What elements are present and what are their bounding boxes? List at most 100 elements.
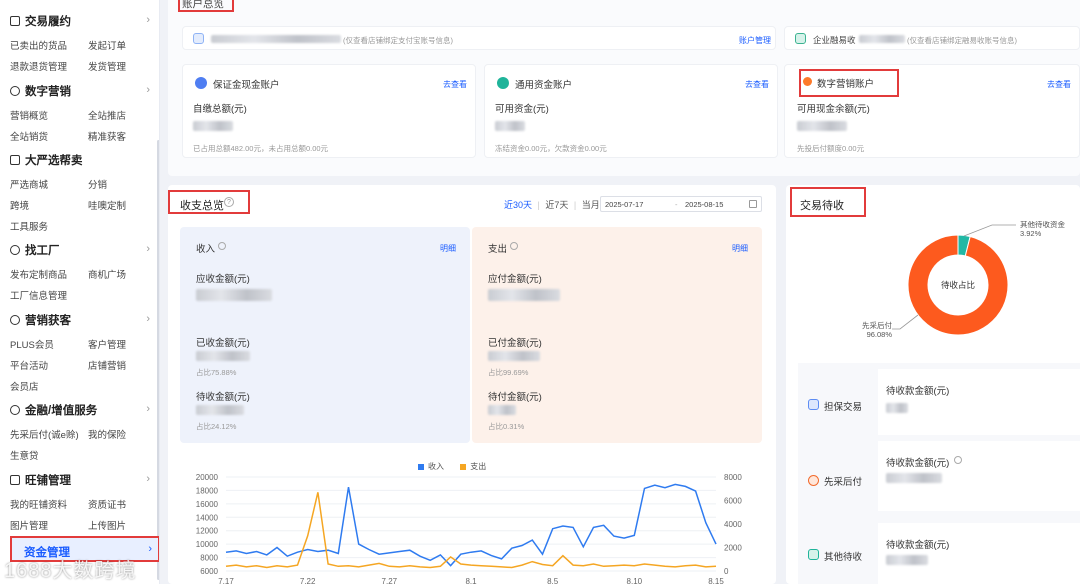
y-left-tick: 18000	[196, 486, 219, 495]
chevron-right-icon[interactable]: ›	[146, 14, 150, 26]
masked-amount	[196, 289, 272, 301]
paid-label: 已付金额(元)	[488, 338, 542, 349]
nav-item[interactable]: 资质证书	[88, 497, 126, 511]
tab-month[interactable]: 当月	[582, 200, 600, 210]
nav-item[interactable]: 营销概览	[10, 108, 48, 122]
income-detail-link[interactable]: 明细	[440, 243, 456, 254]
nav-item[interactable]: 会员店	[10, 379, 39, 393]
y-right-tick: 6000	[724, 497, 742, 506]
x-tick: 8.5	[547, 577, 559, 584]
income-title: 收入	[196, 244, 216, 255]
pending-expense-label: 待付金额(元)	[488, 392, 542, 403]
pending-row[interactable]: 其他待收 待收款金额(元)	[798, 519, 1080, 584]
bnpl-icon	[808, 475, 819, 486]
nav-title-select[interactable]: 大严选帮卖	[10, 151, 83, 169]
date-start: 2025-07-17	[605, 200, 644, 209]
nav-title-finance[interactable]: 金融/增值服务	[10, 401, 97, 419]
nav-item[interactable]: 跨境	[10, 198, 29, 212]
chevron-right-icon: ›	[148, 543, 152, 555]
expense-detail-link[interactable]: 明细	[732, 243, 748, 254]
chevron-right-icon[interactable]: ›	[146, 403, 150, 415]
y-left-tick: 16000	[196, 500, 219, 509]
enterprise-bar: 企业融易收 (仅查看店铺绑定融易收账号信息)	[784, 26, 1080, 50]
piggybank-icon	[497, 77, 509, 89]
general-account-card: 通用资金账户 去查看 可用资金(元) 冻结资金0.00元，欠款资金0.00元	[484, 64, 778, 158]
pending-row[interactable]: 先采后付 待收款金额(元)	[798, 441, 1080, 519]
y-right-tick: 2000	[724, 544, 742, 553]
nav-item[interactable]: 哇噢定制	[88, 198, 126, 212]
sidebar-scrollbar[interactable]	[157, 140, 159, 580]
chevron-right-icon[interactable]: ›	[146, 313, 150, 325]
chevron-right-icon[interactable]: ›	[146, 243, 150, 255]
nav-title-customers[interactable]: 营销获客	[10, 311, 71, 329]
nav-item[interactable]: 全站销货	[10, 129, 48, 143]
masked-amount	[196, 405, 244, 415]
leader-line	[892, 314, 919, 330]
help-icon[interactable]	[218, 242, 226, 250]
account-manage-link[interactable]: 账户管理	[739, 35, 771, 46]
nav-title-factory[interactable]: 找工厂	[10, 241, 60, 259]
pending-list: 担保交易 待收款金额(元) 先采后付 待收款金额(元) 其他待收 待收款金额(元…	[798, 363, 1080, 584]
enterprise-hint: (仅查看店铺绑定融易收账号信息)	[907, 36, 1017, 45]
enterprise-icon	[795, 33, 806, 44]
nav-item[interactable]: 已卖出的货品	[10, 38, 67, 52]
nav-item[interactable]: 生意贷	[10, 448, 39, 462]
nav-item[interactable]: 精准获客	[88, 129, 126, 143]
pending-row-panel: 待收款金额(元)	[878, 441, 1080, 511]
nav-item[interactable]: 退款退货管理	[10, 59, 67, 73]
other-label: 其他待收资金	[1020, 221, 1065, 229]
nav-title-trade[interactable]: 交易履约	[10, 12, 71, 30]
coin-icon	[10, 405, 20, 415]
view-link[interactable]: 去查看	[1047, 79, 1071, 90]
nav-item[interactable]: 发布定制商品	[10, 267, 67, 281]
y-left-tick: 6000	[200, 567, 218, 576]
target-icon	[10, 86, 20, 96]
income-panel: 收入 明细 应收金额(元) 已收金额(元) 占比75.88% 待收金额(元) 占…	[180, 227, 470, 443]
chevron-right-icon[interactable]: ›	[146, 84, 150, 96]
chat-icon	[10, 16, 20, 26]
nav-item[interactable]: 上传图片	[88, 518, 126, 532]
nav-item[interactable]: 图片管理	[10, 518, 48, 532]
nav-item[interactable]: 先采后付(诚e赊)	[10, 427, 79, 441]
masked-amount	[193, 121, 233, 131]
nav-item[interactable]: 发起订单	[88, 38, 126, 52]
nav-item[interactable]: 我的旺铺资料	[10, 497, 67, 511]
pending-row[interactable]: 担保交易 待收款金额(元)	[798, 363, 1080, 441]
tab-30-days[interactable]: 近30天	[504, 200, 532, 210]
help-icon[interactable]	[510, 242, 518, 250]
nav-item[interactable]: 严选商城	[10, 177, 48, 191]
expense-panel: 支出 明细 应付金额(元) 已付金额(元) 占比99.69% 待付金额(元) 占…	[472, 227, 762, 443]
nav-title-shop[interactable]: 旺铺管理	[10, 471, 71, 489]
nav-item[interactable]: 我的保险	[88, 427, 126, 441]
nav-title-marketing[interactable]: 数字营销	[10, 82, 71, 100]
donut-center-label: 待收占比	[941, 280, 975, 290]
view-link[interactable]: 去查看	[443, 79, 467, 90]
nav-item[interactable]: 客户管理	[88, 337, 126, 351]
date-range-picker[interactable]: 2025-07-17 - 2025-08-15	[600, 196, 762, 212]
chevron-right-icon[interactable]: ›	[146, 473, 150, 485]
tab-7-days[interactable]: 近7天	[545, 200, 568, 210]
pending-income-label: 待收金额(元)	[196, 392, 250, 403]
help-icon[interactable]	[954, 456, 962, 464]
pending-row-name: 担保交易	[824, 402, 863, 413]
nav-item[interactable]: 商机广场	[88, 267, 126, 281]
user-icon	[10, 315, 20, 325]
store-icon	[10, 475, 20, 485]
nav-item[interactable]: 发货管理	[88, 59, 126, 73]
period-tabs: 近30天 | 近7天 | 当月	[504, 200, 600, 210]
nav-item[interactable]: 全站推店	[88, 108, 126, 122]
nav-item[interactable]: 店铺营销	[88, 358, 126, 372]
account-title: 账户总览	[182, 0, 224, 10]
legend-expense[interactable]: 支出	[460, 462, 486, 471]
view-link[interactable]: 去查看	[745, 79, 769, 90]
nav-item[interactable]: 平台活动	[10, 358, 48, 372]
help-icon[interactable]: ?	[224, 197, 234, 207]
nav-item[interactable]: 工厂信息管理	[10, 288, 67, 302]
nav-item[interactable]: PLUS会员	[10, 337, 54, 351]
document-icon	[10, 155, 20, 165]
y-right-tick: 8000	[724, 473, 742, 482]
nav-item[interactable]: 工具服务	[10, 219, 48, 233]
legend-income[interactable]: 收入	[418, 462, 444, 471]
nav-item[interactable]: 分销	[88, 177, 107, 191]
pending-row-panel: 待收款金额(元)	[878, 523, 1080, 584]
